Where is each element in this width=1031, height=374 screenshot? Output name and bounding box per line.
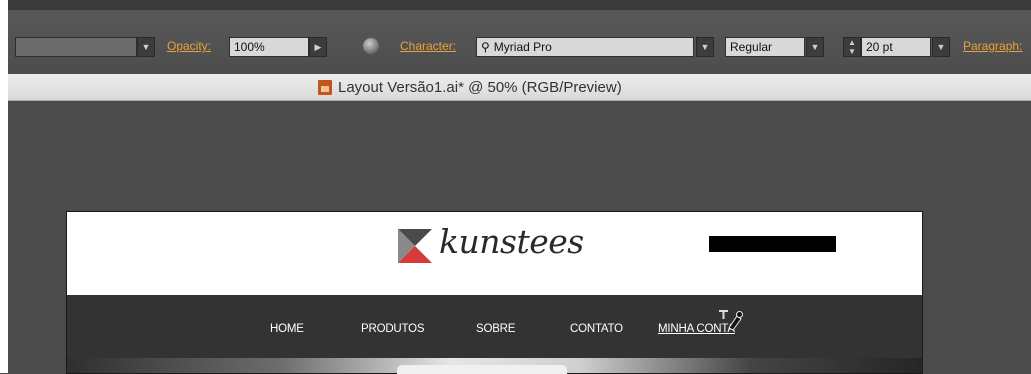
font-style-dropdown-arrow[interactable]: ▼	[806, 37, 824, 57]
document-title: Layout Versão1.ai* @ 50% (RGB/Preview)	[338, 79, 622, 96]
opacity-arrow-button[interactable]: ▶	[309, 37, 327, 57]
hero-image	[67, 358, 922, 374]
opacity-label[interactable]: Opacity:	[167, 39, 211, 53]
font-family-dropdown-arrow[interactable]: ▼	[696, 37, 714, 57]
menu-strip	[8, 0, 1031, 10]
character-label[interactable]: Character:	[400, 39, 456, 53]
site-navigation: HOME PRODUTOS SOBRE CONTATO MINHA CONTA	[67, 295, 922, 358]
control-panel: ▼ Opacity: 100% ▶ Character: ⚲ Myriad Pro…	[8, 10, 1031, 75]
nav-item-sobre[interactable]: SOBRE	[476, 323, 515, 335]
left-edge	[0, 0, 8, 373]
font-family-input[interactable]: ⚲ Myriad Pro	[476, 37, 694, 57]
paragraph-label[interactable]: Paragraph:	[963, 39, 1022, 53]
search-icon: ⚲	[481, 40, 490, 54]
document-tab-bar[interactable]: Layout Versão1.ai* @ 50% (RGB/Preview)	[8, 74, 1031, 101]
nav-item-produtos[interactable]: PRODUTOS	[361, 323, 425, 335]
eyedropper-cursor-icon	[719, 310, 743, 331]
font-style-input[interactable]: Regular	[725, 37, 805, 57]
logo-text: kunstees	[439, 222, 584, 261]
header-black-bar	[709, 236, 836, 252]
kunstees-logo-mark	[398, 229, 432, 263]
globe-icon[interactable]	[363, 38, 379, 54]
nav-item-home[interactable]: HOME	[270, 323, 304, 335]
opacity-input[interactable]: 100%	[229, 37, 309, 57]
style-dropdown-arrow[interactable]: ▼	[137, 37, 155, 57]
font-family-value: Myriad Pro	[493, 40, 552, 54]
font-size-stepper[interactable]: ▲ ▼	[843, 37, 861, 57]
font-size-input[interactable]: 20 pt	[861, 37, 931, 57]
artboard[interactable]: kunstees HOME PRODUTOS SOBRE CONTATO MIN…	[67, 212, 922, 374]
style-dropdown[interactable]	[15, 37, 137, 57]
font-size-dropdown-arrow[interactable]: ▼	[932, 37, 950, 57]
illustrator-file-icon	[318, 80, 332, 95]
nav-item-contato[interactable]: CONTATO	[570, 323, 623, 335]
